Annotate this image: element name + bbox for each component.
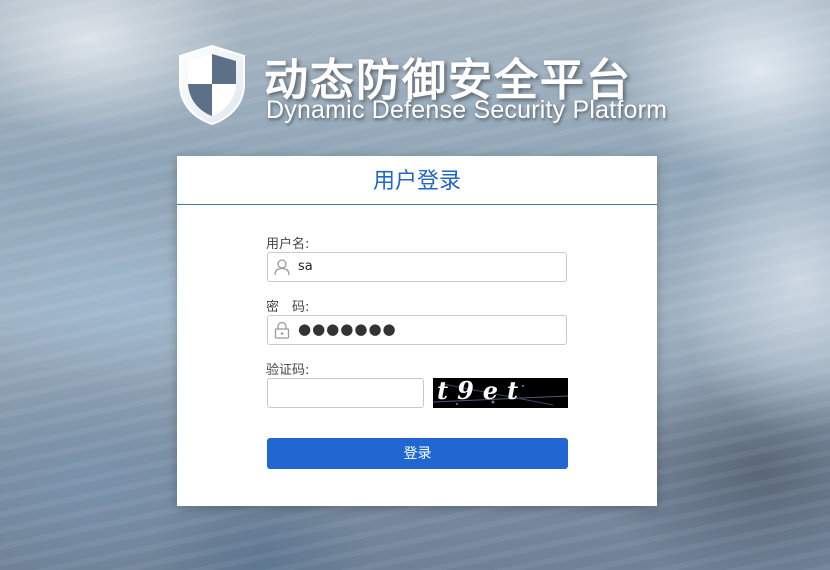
username-field[interactable]: sa xyxy=(267,252,567,282)
captcha-text: t9et xyxy=(437,378,528,405)
captcha-field[interactable] xyxy=(267,378,424,408)
shield-logo-icon xyxy=(179,44,245,126)
page-header: 动态防御安全平台 Dynamic Defense Security Platfo… xyxy=(176,44,676,134)
lock-icon xyxy=(274,321,290,339)
captcha-label: 验证码: xyxy=(266,363,310,378)
username-value: sa xyxy=(298,259,313,274)
password-value: ●●●●●●● xyxy=(298,320,397,338)
login-panel: 用户登录 用户名: sa 密 码: ●●●●●●● 验证码: t9et 登录 xyxy=(177,156,657,506)
platform-subtitle: Dynamic Defense Security Platform xyxy=(266,96,668,124)
captcha-image[interactable]: t9et xyxy=(433,378,568,408)
login-button[interactable]: 登录 xyxy=(267,438,568,469)
username-label: 用户名: xyxy=(266,237,310,252)
user-icon xyxy=(274,259,290,276)
login-panel-title: 用户登录 xyxy=(177,156,657,205)
password-field[interactable]: ●●●●●●● xyxy=(267,315,567,345)
password-label: 密 码: xyxy=(266,300,310,315)
